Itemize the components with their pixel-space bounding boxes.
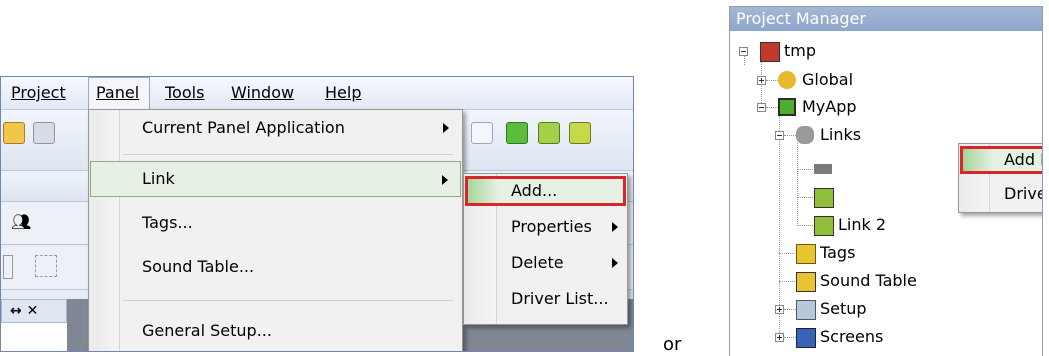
docked-pane [1, 323, 67, 351]
submenu-arrow-icon [442, 175, 448, 185]
submenu-arrow-icon [612, 258, 618, 268]
menu-item-link[interactable]: Link [90, 161, 461, 197]
tree-line [784, 337, 796, 338]
toolbar-icon-green-3[interactable] [569, 122, 591, 144]
wrench-icon [796, 300, 816, 320]
or-separator-text: or [663, 334, 682, 355]
submenu-item-driver-list[interactable]: Driver List... [465, 284, 626, 314]
submenu-item-delete[interactable]: Delete [465, 248, 626, 278]
menu-window[interactable]: Window [231, 83, 294, 102]
collapse-toggle[interactable] [739, 47, 748, 56]
submenu-arrow-icon [443, 123, 449, 133]
submenu-item-properties[interactable]: Properties [465, 212, 626, 242]
tree-line [797, 225, 813, 226]
links-icon [796, 126, 814, 144]
pin-close-bar: ↔ ✕ [1, 299, 67, 323]
menu-separator [123, 300, 453, 301]
expand-toggle[interactable] [775, 305, 784, 314]
menu-item-tags[interactable]: Tags... [90, 205, 461, 241]
tree-line [766, 80, 778, 81]
pin-icon[interactable]: ↔ [10, 303, 22, 319]
toolbar-icon-green-1[interactable] [506, 122, 528, 144]
tree-line [766, 107, 778, 108]
menu-item-current-panel-application[interactable]: Current Panel Application [90, 110, 461, 146]
tree-line [779, 281, 795, 282]
tree-line [797, 169, 813, 170]
context-item-driver-list[interactable]: Driver List... [960, 180, 1042, 208]
collapse-toggle[interactable] [757, 103, 766, 112]
highlight-gradient [963, 149, 993, 171]
tree-line [784, 309, 796, 310]
menu-item-general-setup[interactable]: General Setup... [90, 313, 461, 349]
close-icon[interactable]: ✕ [27, 303, 39, 319]
toolbar-icon-grid[interactable] [33, 122, 55, 144]
tags-icon [796, 244, 816, 264]
tree-line [797, 143, 798, 226]
links-context-menu: Add Link... Driver List... [958, 143, 1042, 213]
collapse-toggle[interactable] [775, 131, 784, 140]
grid-icon[interactable] [35, 255, 57, 277]
expand-toggle[interactable] [775, 333, 784, 342]
panel-dropdown-menu: Current Panel Application Link Tags... S… [88, 109, 463, 351]
driver-icon [814, 188, 834, 208]
project-icon [760, 42, 780, 62]
driver-icon [814, 216, 834, 236]
screens-icon [796, 328, 816, 348]
submenu-item-add[interactable]: Add... [465, 176, 626, 206]
panel-title: Project Manager [730, 7, 1042, 31]
globe-icon [778, 71, 796, 89]
sound-table-icon [796, 272, 816, 292]
application-icon [778, 98, 796, 116]
expand-toggle[interactable] [757, 76, 766, 85]
panel-menu-screenshot: Project Panel Tools Window Help 👥︎ ↔ ✕ C… [0, 76, 634, 352]
menu-help[interactable]: Help [325, 83, 361, 102]
highlight-gradient [468, 179, 498, 203]
menu-separator [123, 154, 453, 155]
tree-line [797, 197, 813, 198]
menu-item-sound-table[interactable]: Sound Table... [90, 249, 461, 285]
toolbar-spinner[interactable] [471, 122, 493, 144]
menu-panel[interactable]: Panel [96, 83, 139, 102]
toolbar-icon-yellow[interactable] [3, 122, 25, 144]
tree-line [744, 55, 745, 65]
tree-line [779, 253, 795, 254]
frame-icon[interactable] [3, 255, 13, 279]
menu-tools[interactable]: Tools [165, 83, 204, 102]
menu-project[interactable]: Project [11, 83, 66, 102]
menu-bar: Project Panel Tools Window Help [1, 77, 633, 110]
submenu-arrow-icon [612, 222, 618, 232]
tree-line [784, 135, 796, 136]
toolbar-icon-green-2[interactable] [538, 122, 560, 144]
context-item-add-link[interactable]: Add Link... [960, 146, 1042, 174]
people-icon[interactable]: 👥︎ [11, 212, 31, 231]
link-submenu: Add... Properties Delete Driver List... [463, 173, 628, 325]
device-icon [814, 164, 832, 174]
project-manager-panel: Project Manager tmp Global MyApp Links L… [729, 6, 1043, 356]
